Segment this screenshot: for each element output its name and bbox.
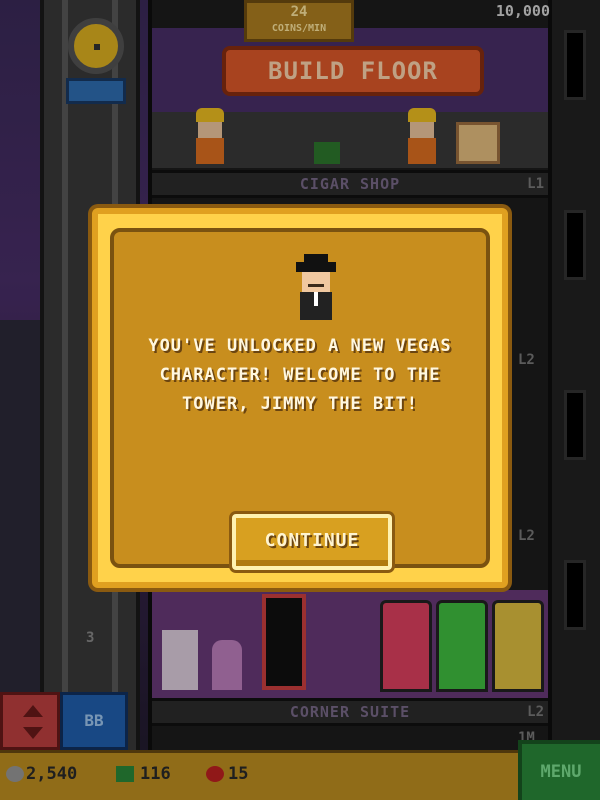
character-tie bbox=[314, 292, 318, 306]
character-mustache bbox=[308, 284, 324, 287]
unlock-message: YOU'VE UNLOCKED A NEW VEGAS CHARACTER! W… bbox=[148, 336, 452, 414]
character-face bbox=[302, 272, 330, 292]
character-hat bbox=[296, 262, 336, 272]
continue-button[interactable]: CONTINUE bbox=[232, 514, 392, 570]
jimmy-the-bit-character-icon bbox=[296, 254, 336, 320]
unlock-dialog: YOU'VE UNLOCKED A NEW VEGAS CHARACTER! W… bbox=[92, 208, 508, 588]
dialog-panel: YOU'VE UNLOCKED A NEW VEGAS CHARACTER! W… bbox=[110, 228, 490, 570]
